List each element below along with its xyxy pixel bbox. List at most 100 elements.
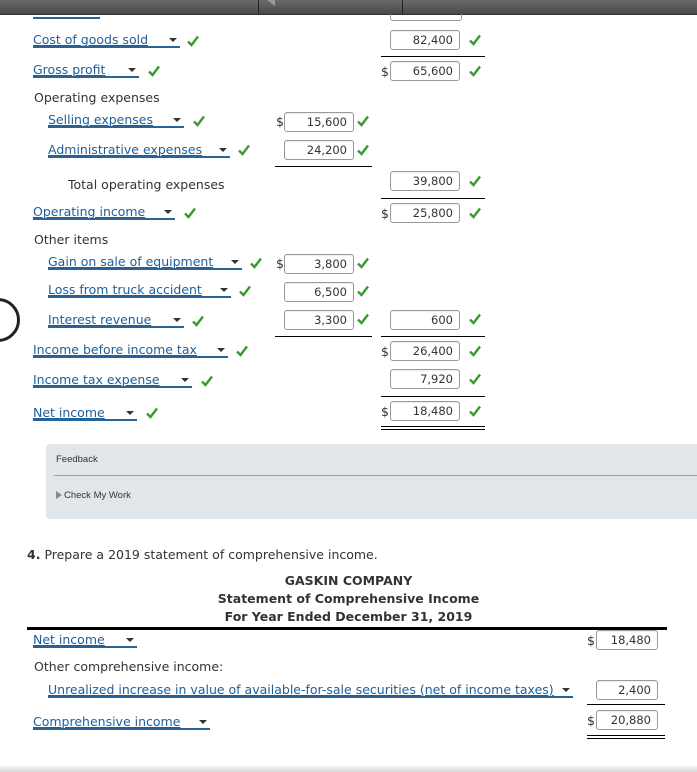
check-icon xyxy=(186,34,200,48)
dollar-sign: $ xyxy=(587,713,595,728)
net-income-select[interactable]: Net income xyxy=(33,406,137,421)
select-label: Loss from truck accident xyxy=(48,282,202,297)
net-income-input[interactable]: 18,480 xyxy=(390,401,460,421)
ci-net-income-select[interactable]: Net income xyxy=(33,633,137,648)
interest-revenue-input[interactable]: 3,300 xyxy=(284,310,354,330)
check-my-work-toggle[interactable]: Check My Work xyxy=(56,490,131,501)
interest-revenue-select[interactable]: Interest revenue xyxy=(48,313,184,328)
check-my-work-label: Check My Work xyxy=(64,490,131,501)
check-icon xyxy=(356,256,370,270)
chevron-down-icon xyxy=(231,260,239,264)
chevron-down-icon xyxy=(219,148,227,152)
ci-net-income-input[interactable]: 18,480 xyxy=(596,630,658,650)
check-icon xyxy=(235,344,249,358)
divider xyxy=(258,0,259,14)
select-label: Income tax expense xyxy=(33,372,160,387)
total-operating-expenses-input[interactable]: 39,800 xyxy=(390,171,460,191)
back-arrow-icon[interactable] xyxy=(267,0,275,6)
select-label: Gain on sale of equipment xyxy=(48,254,214,269)
gain-on-sale-input[interactable]: 3,800 xyxy=(284,254,354,274)
chevron-down-icon xyxy=(126,411,134,415)
unrealized-increase-input[interactable]: 2,400 xyxy=(596,680,658,700)
select-label: Income before income tax xyxy=(33,342,197,357)
sales-amount-stub[interactable] xyxy=(390,14,462,21)
expand-triangle-icon xyxy=(56,491,62,499)
gain-on-sale-select[interactable]: Gain on sale of equipment xyxy=(48,255,242,270)
dollar-sign: $ xyxy=(587,633,595,648)
total-double-rule xyxy=(587,735,665,739)
check-icon xyxy=(468,33,482,47)
check-icon xyxy=(356,114,370,128)
oci-heading: Other comprehensive income: xyxy=(34,659,224,674)
operating-income-input[interactable]: 25,800 xyxy=(390,203,460,223)
loss-truck-accident-select[interactable]: Loss from truck accident xyxy=(48,283,231,298)
statement-period: For Year Ended December 31, 2019 xyxy=(224,609,473,624)
select-label: Net income xyxy=(33,632,105,647)
total-operating-expenses-label: Total operating expenses xyxy=(68,177,225,192)
subtotal-rule xyxy=(587,704,665,705)
select-label: Cost of goods sold xyxy=(33,32,149,47)
comprehensive-income-select[interactable]: Comprehensive income xyxy=(33,715,210,730)
chevron-down-icon xyxy=(181,378,189,382)
chevron-down-icon xyxy=(126,638,134,642)
subtotal-rule xyxy=(275,166,372,167)
chevron-down-icon xyxy=(173,118,181,122)
check-icon xyxy=(356,284,370,298)
comprehensive-income-input[interactable]: 20,880 xyxy=(596,710,658,730)
check-icon xyxy=(356,312,370,326)
select-label: Selling expenses xyxy=(48,112,154,127)
check-icon xyxy=(238,284,252,298)
check-icon xyxy=(237,143,251,157)
check-icon xyxy=(468,312,482,326)
dollar-sign: $ xyxy=(381,64,389,79)
dollar-sign: $ xyxy=(276,114,284,129)
check-icon xyxy=(200,374,214,388)
dollar-sign: $ xyxy=(381,344,389,359)
selling-expenses-input[interactable]: 15,600 xyxy=(284,112,354,132)
administrative-expenses-input[interactable]: 24,200 xyxy=(284,140,354,160)
question-4-prompt: 4. Prepare a 2019 statement of comprehen… xyxy=(27,547,378,562)
cost-of-goods-sold-select[interactable]: Cost of goods sold xyxy=(33,33,180,48)
sales-select-stub[interactable] xyxy=(33,15,100,19)
check-icon xyxy=(468,174,482,188)
selling-expenses-select[interactable]: Selling expenses xyxy=(48,113,184,128)
income-tax-expense-select[interactable]: Income tax expense xyxy=(33,373,192,388)
question-number: 4. xyxy=(27,547,41,562)
subtotal-rule xyxy=(381,198,485,199)
chevron-down-icon xyxy=(217,348,225,352)
cost-of-goods-sold-input[interactable]: 82,400 xyxy=(390,30,460,50)
question-text: Prepare a 2019 statement of comprehensiv… xyxy=(44,547,378,562)
check-icon xyxy=(468,404,482,418)
statement-title: Statement of Comprehensive Income xyxy=(217,591,480,606)
check-icon xyxy=(468,372,482,386)
check-icon xyxy=(147,64,161,78)
other-items-heading: Other items xyxy=(34,232,109,247)
check-icon xyxy=(191,314,205,328)
chevron-down-icon xyxy=(199,720,207,724)
gross-profit-input[interactable]: 65,600 xyxy=(390,61,460,81)
income-before-tax-input[interactable]: 26,400 xyxy=(390,341,460,361)
feedback-title: Feedback xyxy=(56,454,98,465)
select-label: Operating income xyxy=(33,204,146,219)
dollar-sign: $ xyxy=(276,256,284,271)
feedback-panel: Feedback Check My Work xyxy=(46,444,697,519)
company-name: GASKIN COMPANY xyxy=(284,573,413,588)
gross-profit-select[interactable]: Gross profit xyxy=(33,63,139,78)
operating-income-select[interactable]: Operating income xyxy=(33,205,175,220)
chevron-down-icon xyxy=(562,688,570,692)
header-rule xyxy=(27,627,667,630)
subtotal-rule xyxy=(381,336,485,337)
top-nav-bar xyxy=(0,0,697,15)
operating-expenses-heading: Operating expenses xyxy=(34,90,160,105)
unrealized-increase-select[interactable]: Unrealized increase in value of availabl… xyxy=(48,683,573,698)
total-other-items-input[interactable]: 600 xyxy=(390,310,460,330)
income-before-tax-select[interactable]: Income before income tax xyxy=(33,343,228,358)
chevron-down-icon xyxy=(128,68,136,72)
subtotal-rule xyxy=(275,336,372,337)
administrative-expenses-select[interactable]: Administrative expenses xyxy=(48,143,230,158)
select-label: Administrative expenses xyxy=(48,142,203,157)
check-icon xyxy=(145,406,159,420)
subtotal-rule xyxy=(381,56,485,57)
income-tax-expense-input[interactable]: 7,920 xyxy=(390,369,460,389)
loss-truck-accident-input[interactable]: 6,500 xyxy=(284,282,354,302)
